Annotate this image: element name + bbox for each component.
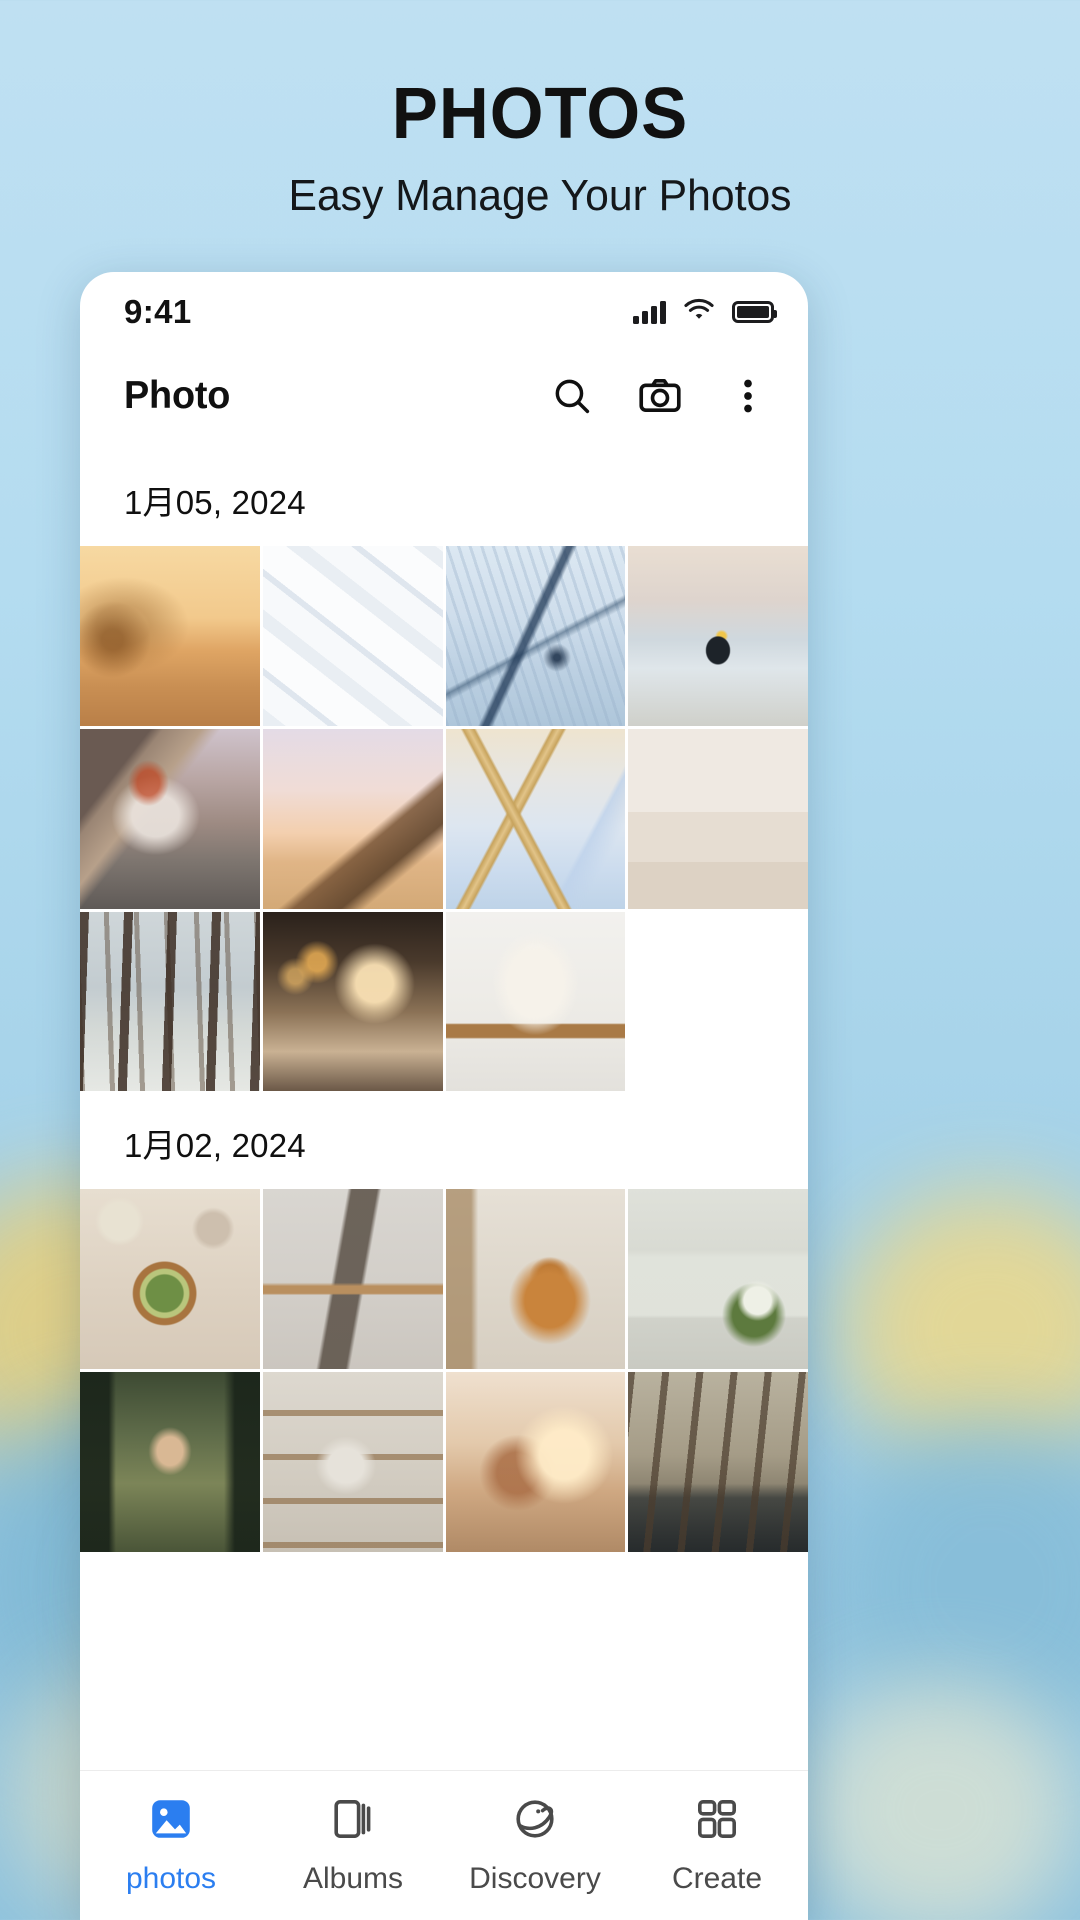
search-icon[interactable] [548,372,596,420]
photo-grid-empty-slot [628,911,808,1092]
app-title: Photo [124,374,231,417]
status-bar: 9:41 [80,272,808,344]
status-time: 9:41 [124,293,192,330]
nav-label-photos: photos [125,1862,217,1895]
photo-thumbnail[interactable] [80,911,260,1092]
photo-thumbnail[interactable] [80,546,260,726]
photo-thumbnail[interactable] [628,728,808,909]
photo-thumbnail[interactable] [445,728,626,909]
photo-thumbnail[interactable] [262,1372,443,1552]
nav-item-create[interactable]: Create [626,1795,808,1896]
photo-grid-section-2 [80,1189,808,1552]
bottom-navigation: photos Albums Discovery Create [80,1770,808,1920]
photo-thumbnail[interactable] [80,728,260,909]
cellular-signal-icon [633,300,666,324]
nav-item-albums[interactable]: Albums [262,1795,444,1896]
photo-thumbnail[interactable] [628,1372,808,1552]
page-title: PHOTOS [391,74,689,154]
planet-discovery-icon [511,1795,559,1848]
photo-grid-section-1 [80,546,808,1092]
photo-thumbnail[interactable] [628,1189,808,1369]
photo-thumbnail[interactable] [262,1189,443,1369]
hero-banner: PHOTOS Easy Manage Your Photos [0,0,1080,220]
photo-thumbnail[interactable] [445,546,626,726]
wifi-icon [683,298,715,327]
nav-label-discovery: Discovery [469,1862,601,1895]
photo-thumbnail[interactable] [262,728,443,909]
date-header: 1月02, 2024 [124,1127,306,1165]
photo-thumbnail[interactable] [628,546,808,726]
grid-create-icon [693,1795,741,1848]
nav-item-discovery[interactable]: Discovery [444,1795,626,1896]
more-vertical-icon[interactable] [724,372,772,420]
photo-thumbnail[interactable] [80,1372,260,1552]
app-bar: Photo [80,344,808,448]
app-bar-actions [548,372,772,420]
nav-item-photos[interactable]: photos [80,1795,262,1896]
camera-icon[interactable] [636,372,684,420]
photo-thumbnail[interactable] [262,911,443,1092]
photo-image-icon [147,1795,195,1848]
photo-thumbnail[interactable] [445,1372,626,1552]
nav-label-create: Create [671,1862,763,1895]
photo-thumbnail[interactable] [445,1189,626,1369]
nav-label-albums: Albums [302,1862,404,1895]
photo-thumbnail[interactable] [445,911,626,1092]
phone-mockup: 9:41 Photo 1月05, 2024 1月02, 2024 photos … [80,272,808,1920]
page-subtitle: Easy Manage Your Photos [288,171,792,220]
date-header: 1月05, 2024 [124,484,306,521]
albums-stack-icon [329,1795,377,1848]
status-icons [633,298,777,327]
photo-thumbnail[interactable] [262,546,443,726]
photo-scroll-area[interactable]: 1月05, 2024 1月02, 2024 [80,448,808,1770]
battery-icon [732,301,777,323]
photo-thumbnail[interactable] [80,1189,260,1369]
